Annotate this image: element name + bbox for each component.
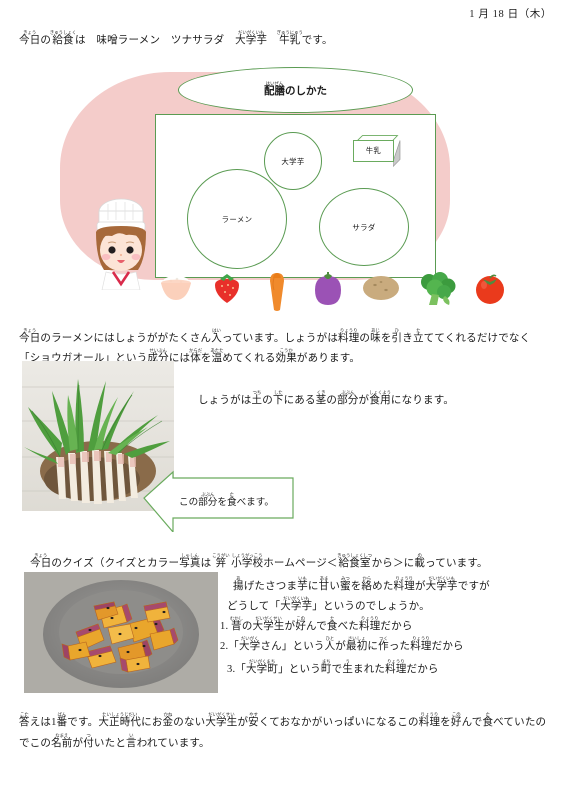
chef-girl-illustration	[86, 198, 156, 291]
menu-text-end: です。	[301, 35, 333, 46]
serving-diagram-title-ellipse: 配膳はいぜんのしかた	[178, 67, 413, 113]
ruby-saisho: 最初さいしょ	[346, 636, 368, 652]
ruby-kono: 好この	[295, 616, 307, 632]
ruby-tsuchi: 土つち	[251, 390, 263, 406]
ruby-ban: 番ばん	[56, 712, 68, 728]
dish-milk-carton: 牛乳	[353, 135, 401, 167]
ruby-shashin: 写真しゃしん	[179, 553, 201, 569]
ruby-tabe2: 食た	[326, 616, 338, 632]
menu-text-mid: は 味噌ラーメン ツナサラダ	[74, 35, 236, 46]
tomato-icon	[476, 274, 504, 304]
eggplant-icon	[315, 272, 341, 305]
ruby-kouka: 効果こうか	[275, 348, 297, 364]
carrot-icon	[270, 273, 284, 311]
ruby-hiki: 引ひ	[391, 328, 403, 344]
arrow-callout: この部分ぶぶんを食たべます。	[143, 470, 303, 534]
ruby-ryouri: 料理りょうり	[338, 328, 360, 344]
ruby-daigakuimo2: 大学芋だいがくいも	[425, 576, 458, 592]
ginger-side-note: しょうがは土つちの下したにある茎くきの部分ぶぶんが食用しょくようになります。	[198, 390, 455, 406]
milk-carton-side	[393, 140, 401, 167]
ruby-aji: 味あじ	[370, 328, 381, 344]
ruby-bubun2: 部分ぶぶん	[198, 492, 218, 508]
ruby-ryouri3: 料理りょうり	[359, 616, 381, 632]
strawberry-icon	[215, 274, 239, 303]
daigakuimo-photo	[24, 572, 218, 693]
quiz-option-2: 2.「大学だいがくさん」という人ひとが最初さいしょに作つくった料理りょうりだから	[220, 636, 464, 652]
ruby-machi: 町まち	[320, 659, 332, 675]
ruby-uma: 生う	[342, 659, 354, 675]
ruby-iwa: 言い	[126, 733, 137, 749]
ruby-kyou3: 今日きょう	[30, 553, 52, 569]
ruby-ryouri6: 料理りょうり	[418, 712, 441, 728]
serving-diagram-title-text: 配膳はいぜんのしかた	[179, 81, 412, 98]
milk-carton-label: 牛乳	[353, 140, 394, 162]
ruby-hito: 人ひと	[324, 636, 336, 652]
ruby-nos: 載の	[414, 553, 426, 569]
ruby-amai: 甘あま	[318, 576, 330, 592]
ruby-kuki: 茎くき	[315, 390, 327, 406]
ruby-bubun: 部分ぶぶん	[337, 390, 359, 406]
ruby-daigakusei2: 大学生だいがくせい	[205, 712, 238, 728]
ruby-karada: 体からだ	[188, 348, 203, 364]
ruby-shita: 下した	[272, 390, 284, 406]
quiz-question-line-2: どうして「大学芋だいがくいも」というのでしょうか。	[227, 596, 430, 612]
ruby-mitsu: 蜜みつ	[340, 576, 351, 592]
ruby-tate: 立た	[412, 328, 424, 344]
ruby-taishou: 大正時代たいしょうじだい	[98, 712, 142, 728]
title-ruby-haizen: 配膳はいぜん	[264, 81, 285, 97]
answer-line-2: でこの名前なまえが付ついたと言いわれています。	[19, 733, 210, 749]
potato-icon	[363, 276, 399, 300]
menu-ruby-kyushoku: 給食きゅうしょく	[49, 30, 77, 46]
ruby-kotae: 答こた	[19, 712, 30, 728]
ruby-daigakumachi: 大学町だいがくまち	[245, 659, 279, 675]
ginger-paragraph-line-1: 今日きょうのラーメンにはしょうががたくさん入はいっています。しょうがは料理りょう…	[19, 328, 531, 344]
ruby-shougakkou: 小学校しょうがっこう	[231, 553, 264, 569]
ruby-tsuku: 作つく	[378, 636, 389, 652]
ruby-hai: 入はい	[211, 328, 222, 344]
date-label: 1 月 18 日（木）	[469, 9, 552, 20]
title-suffix: のしかた	[285, 86, 327, 97]
menu-ruby-gyunyu: 牛乳ぎゅうにゅう	[276, 30, 303, 46]
ruby-namae: 名前なまえ	[51, 733, 73, 749]
ruby-tsui: 付つ	[83, 733, 94, 749]
ruby-tabe: 食た	[226, 492, 237, 508]
rice-bowl-icon	[161, 276, 191, 300]
ruby-kono2: 好この	[450, 712, 462, 728]
quiz-option-1: 1. 昔むかしの大学生だいがくせいが好このんで食たべた料理りょうりだから	[220, 616, 413, 632]
ruby-kara: 絡から	[361, 576, 373, 592]
ruby-kyou2: 今日きょう	[19, 328, 41, 344]
ruby-ryouri5: 料理りょうり	[385, 659, 407, 675]
ruby-ryouri2: 料理りょうり	[393, 576, 415, 592]
ruby-ryouri4: 料理りょうり	[410, 636, 432, 652]
ruby-age: 揚あ	[233, 576, 244, 592]
ruby-daigaku: 大学だいがく	[238, 636, 261, 652]
serving-tray-diagram: ラーメン 大学芋 サラダ 牛乳	[155, 114, 436, 278]
ruby-kougai: 笄こうがい	[212, 553, 230, 569]
dish-salad: サラダ	[319, 188, 409, 266]
ruby-kane: 金かね	[162, 712, 174, 728]
quiz-option-3: 3.「大学町だいがくまち」という町まちで生うまれた料理りょうりだから	[227, 659, 439, 675]
ruby-shokuyou: 食用しょくよう	[369, 390, 392, 406]
broccoli-icon	[421, 272, 456, 305]
ruby-kyushokushitsu: 給食室きゅうしょくしつ	[337, 553, 373, 569]
ruby-mukashi: 昔むかし	[229, 616, 244, 632]
ruby-tabe3: 食た	[482, 712, 494, 728]
ruby-yasu: 安やす	[248, 712, 259, 728]
dish-ramen: ラーメン	[187, 169, 287, 269]
quiz-intro-line: 今日きょうのクイズ（クイズとカラー写真しゃしんは 笄こうがい 小学校しょうがっこ…	[30, 553, 488, 569]
ruby-daigakusei: 大学生だいがくせい	[252, 616, 285, 632]
menu-ruby-daigakuimo: 大学芋だいがくいも	[235, 30, 268, 46]
ruby-imo: 芋いも	[297, 576, 308, 592]
answer-line-1: 答こたえは1番ばんです。大正時代たいしょうじだいにお金かねのない大学生だいがくせ…	[19, 712, 547, 728]
menu-ruby-kyou: 今日きょう	[19, 30, 41, 46]
arrow-callout-text: この部分ぶぶんを食たべます。	[179, 492, 274, 508]
ruby-daigakuimo3: 大学芋だいがくいも	[280, 596, 313, 612]
newsletter-page: 1 月 18 日（木） 今日きょうの給食きゅうしょくは 味噌ラーメン ツナサラダ…	[0, 0, 566, 801]
quiz-question-line-1: 揚あげたさつま芋いもに甘あまい蜜みつを絡からめた料理りょうりが大学芋だいがくいも…	[233, 576, 490, 592]
dish-daigakuimo: 大学芋	[264, 132, 322, 190]
ruby-atata: 温あたた	[210, 348, 224, 364]
menu-headline: 今日きょうの給食きゅうしょくは 味噌ラーメン ツナサラダ 大学芋だいがくいも 牛…	[19, 30, 333, 47]
